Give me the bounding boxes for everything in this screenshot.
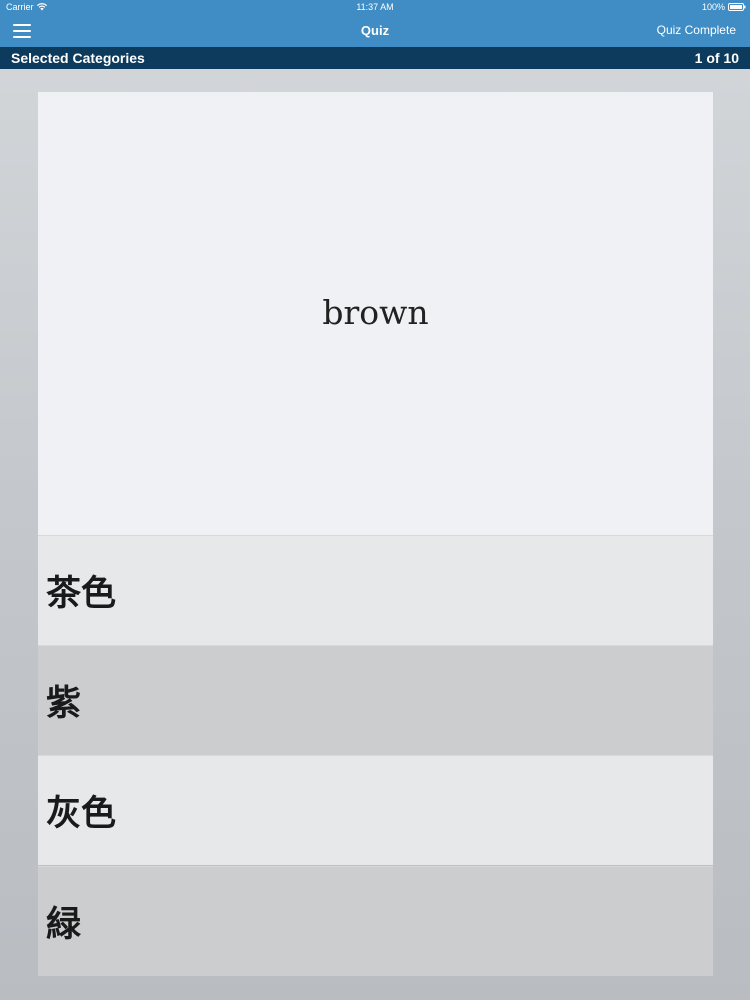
answer-option-4[interactable]: 緑 bbox=[38, 866, 713, 976]
battery-indicator: 100% bbox=[702, 0, 746, 14]
clock: 11:37 AM bbox=[356, 2, 394, 12]
prompt-area: brown bbox=[38, 92, 713, 535]
navigation-bar: Quiz Quiz Complete bbox=[0, 14, 750, 47]
question-progress: 1 of 10 bbox=[694, 50, 739, 66]
prompt-word: brown bbox=[322, 293, 429, 332]
category-bar: Selected Categories 1 of 10 bbox=[0, 47, 750, 69]
answer-option-3[interactable]: 灰色 bbox=[38, 755, 713, 865]
answer-option-1[interactable]: 茶色 bbox=[38, 535, 713, 645]
quiz-card: brown 茶色 紫 灰色 緑 bbox=[38, 92, 713, 977]
quiz-complete-button[interactable]: Quiz Complete bbox=[657, 14, 736, 47]
battery-icon bbox=[728, 3, 746, 11]
page-title: Quiz bbox=[360, 23, 390, 38]
battery-percent: 100% bbox=[701, 2, 725, 12]
status-bar: Carrier 11:37 AM 100% bbox=[0, 0, 750, 14]
selected-categories-label: Selected Categories bbox=[11, 50, 145, 66]
answer-option-2[interactable]: 紫 bbox=[38, 645, 713, 755]
